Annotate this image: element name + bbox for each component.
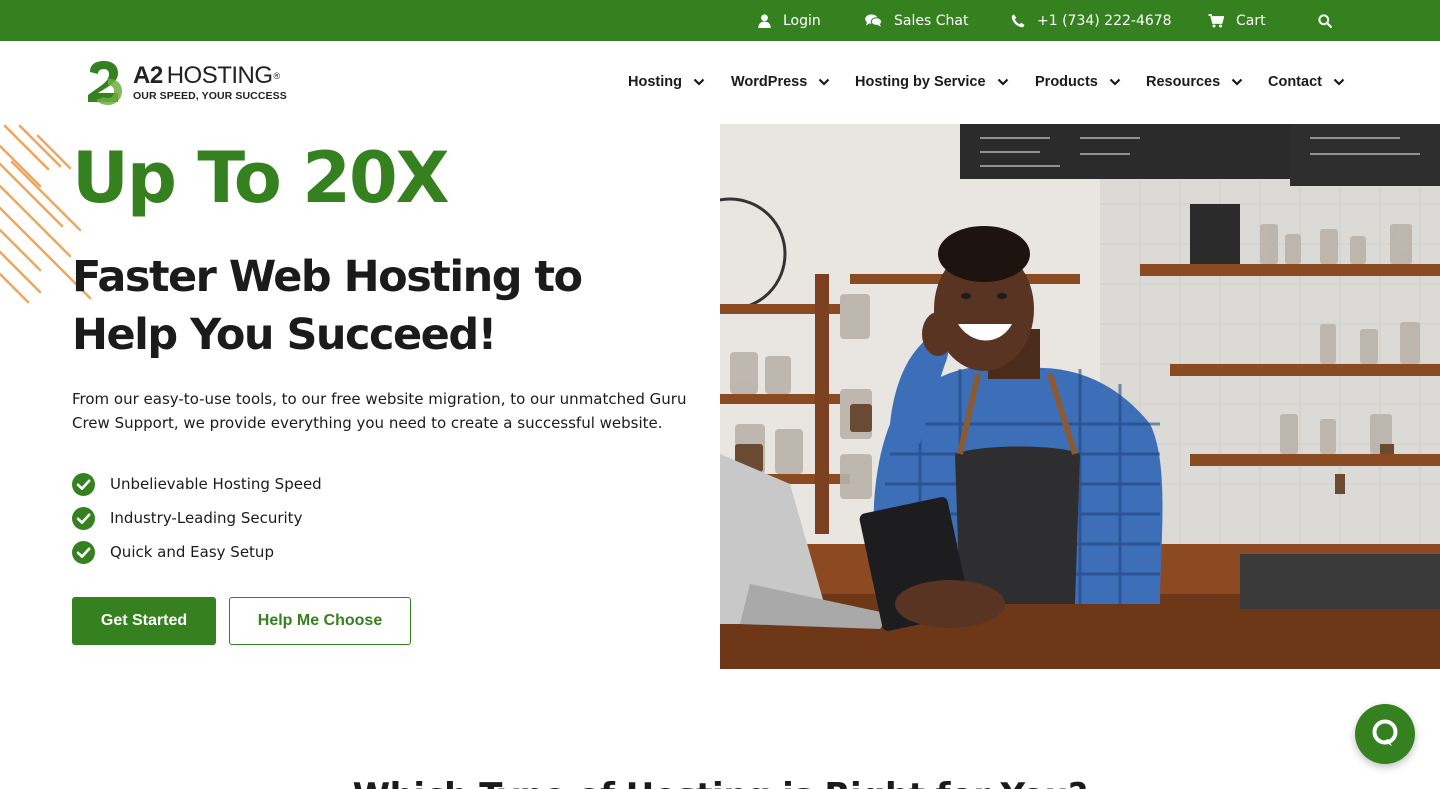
phone-icon <box>1011 14 1025 27</box>
search-button[interactable] <box>1318 0 1332 41</box>
nav-item-resources[interactable]: Resources <box>1146 71 1243 93</box>
live-chat-button[interactable] <box>1355 704 1415 764</box>
feature-list: Unbelievable Hosting Speed Industry-Lead… <box>72 467 472 569</box>
search-icon <box>1318 13 1332 28</box>
hero-description: From our easy-to-use tools, to our free … <box>72 390 687 432</box>
phone-number: +1 (734) 222-4678 <box>1037 12 1172 29</box>
check-circle-icon <box>72 540 95 564</box>
list-item: Quick and Easy Setup <box>72 535 472 569</box>
hero-subtitle: Faster Web Hosting to Help You Succeed! <box>72 252 583 360</box>
cart-link[interactable]: Cart <box>1208 0 1266 41</box>
sales-chat-label: Sales Chat <box>894 12 969 29</box>
check-circle-icon <box>72 506 95 530</box>
chevron-down-icon <box>997 78 1008 86</box>
nav-item-label: Resources <box>1146 74 1221 90</box>
login-label: Login <box>783 12 821 29</box>
login-link[interactable]: Login <box>758 0 821 41</box>
help-me-choose-button[interactable]: Help Me Choose <box>229 597 411 645</box>
main-nav: Hosting WordPress Hosting by Service Pro… <box>0 41 1440 124</box>
nav-item-hosting[interactable]: Hosting <box>628 71 705 93</box>
site-header: A2 HOSTING® OUR SPEED, YOUR SUCCESS Hosti… <box>0 41 1440 124</box>
nav-item-label: Hosting by Service <box>855 74 986 90</box>
list-item: Unbelievable Hosting Speed <box>72 467 472 501</box>
phone-link[interactable]: +1 (734) 222-4678 <box>1011 0 1172 41</box>
hero-image <box>720 124 1440 669</box>
hero-photo-illustration <box>720 124 1440 669</box>
nav-item-wordpress[interactable]: WordPress <box>731 71 830 93</box>
list-item: Industry-Leading Security <box>72 501 472 535</box>
nav-item-label: Products <box>1035 74 1098 90</box>
cart-label: Cart <box>1236 12 1266 29</box>
chevron-down-icon <box>1109 78 1121 86</box>
chevron-down-icon <box>693 78 705 86</box>
hero-title: Up To 20X <box>72 137 450 219</box>
chat-bubble-icon <box>1372 719 1398 746</box>
section-heading: Which Type of Hosting is Right for You? <box>0 776 1440 789</box>
nav-item-contact[interactable]: Contact <box>1268 71 1345 93</box>
nav-item-label: Hosting <box>628 74 682 90</box>
nav-item-hosting-by-service[interactable]: Hosting by Service <box>855 71 1009 93</box>
cart-icon <box>1208 13 1224 27</box>
check-circle-icon <box>72 472 95 496</box>
feature-text: Unbelievable Hosting Speed <box>110 475 322 493</box>
chat-icon <box>865 14 882 27</box>
get-started-button[interactable]: Get Started <box>72 597 216 645</box>
nav-item-label: WordPress <box>731 74 808 90</box>
feature-text: Industry-Leading Security <box>110 509 303 527</box>
nav-item-products[interactable]: Products <box>1035 71 1121 93</box>
chevron-down-icon <box>1333 78 1345 86</box>
top-utility-bar: Login Sales Chat +1 (734) 222-4678 Cart <box>0 0 1440 41</box>
chevron-down-icon <box>1231 78 1243 86</box>
chevron-down-icon <box>819 78 830 86</box>
user-icon <box>758 13 771 28</box>
nav-item-label: Contact <box>1268 74 1322 90</box>
feature-text: Quick and Easy Setup <box>110 543 274 561</box>
sales-chat-link[interactable]: Sales Chat <box>865 0 968 41</box>
